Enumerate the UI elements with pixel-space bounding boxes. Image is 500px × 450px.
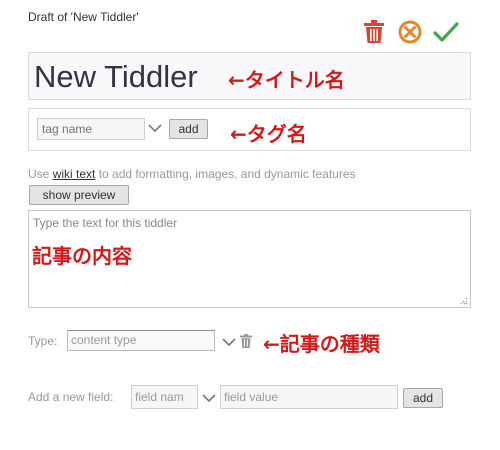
content-annotation: 記事の内容 (32, 244, 132, 268)
trash-icon[interactable] (240, 334, 252, 348)
cancel-circle-icon (398, 20, 422, 44)
cancel-button[interactable] (392, 14, 428, 50)
chevron-down-icon[interactable] (147, 121, 163, 135)
new-field-label: Add a new field: (28, 390, 114, 404)
type-input[interactable]: content type (67, 330, 215, 351)
trash-icon (364, 20, 384, 43)
show-preview-button[interactable]: show preview (29, 185, 129, 205)
edit-toolbar (356, 14, 464, 50)
checkmark-icon (433, 22, 459, 42)
chevron-down-icon[interactable] (201, 391, 217, 405)
done-button[interactable] (428, 14, 464, 50)
type-annotation: ←記事の種類 (263, 332, 380, 356)
add-tag-button[interactable]: add (169, 119, 208, 139)
draft-title: Draft of 'New Tiddler' (28, 10, 139, 24)
delete-button[interactable] (356, 14, 392, 50)
chevron-down-icon[interactable] (221, 335, 237, 349)
resize-grip-icon[interactable] (460, 297, 468, 305)
help-suffix: to add formatting, images, and dynamic f… (95, 167, 356, 181)
body-placeholder: Type the text for this tiddler (33, 216, 178, 230)
wiki-text-link[interactable]: wiki text (53, 167, 96, 181)
add-field-button[interactable]: add (403, 388, 443, 408)
tags-annotation: ←タグ名 (230, 122, 307, 146)
title-annotation: ←タイトル名 (228, 68, 345, 92)
wikitext-help: Use wiki text to add formatting, images,… (28, 167, 356, 181)
title-input-value[interactable]: New Tiddler (34, 59, 198, 95)
field-name-input[interactable]: field nam (131, 385, 198, 409)
tag-name-input[interactable] (37, 118, 145, 140)
type-label: Type: (28, 334, 58, 348)
help-prefix: Use (28, 167, 53, 181)
field-value-input[interactable]: field value (220, 385, 398, 409)
